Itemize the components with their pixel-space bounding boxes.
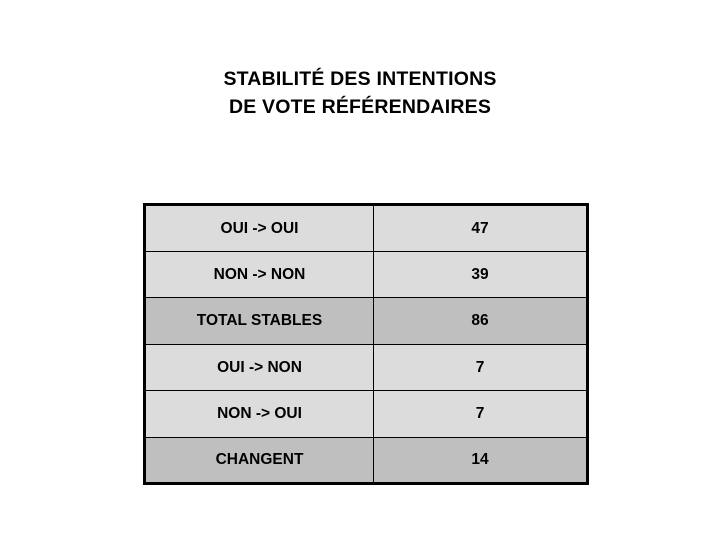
table-row: NON -> OUI 7	[144, 390, 588, 438]
table-cell-label: OUI -> OUI	[144, 204, 374, 252]
table-body: OUI -> OUI 47 NON -> NON 39 TOTAL STABLE…	[144, 204, 588, 484]
title-line-2: DE VOTE RÉFÉRENDAIRES	[228, 96, 492, 118]
table-row-total: TOTAL STABLES 86	[144, 297, 588, 345]
table-row: OUI -> NON 7	[144, 343, 588, 391]
table-cell-label: NON -> NON	[144, 250, 374, 298]
table-cell-label: CHANGENT	[144, 436, 374, 484]
table-cell-value: 39	[373, 250, 588, 298]
table-row: OUI -> OUI 47	[144, 204, 588, 252]
title-line-1: STABILITÉ DES INTENTIONS	[223, 68, 497, 90]
table-row-total: CHANGENT 14	[144, 436, 588, 484]
table-row: NON -> NON 39	[144, 250, 588, 298]
table-cell-label: OUI -> NON	[144, 343, 374, 391]
stability-table: OUI -> OUI 47 NON -> NON 39 TOTAL STABLE…	[143, 203, 589, 485]
page-title: STABILITÉ DES INTENTIONS DE VOTE RÉFÉREN…	[0, 65, 720, 121]
table-cell-value: 47	[373, 204, 588, 252]
table-cell-value: 7	[373, 390, 588, 438]
table-cell-label: NON -> OUI	[144, 390, 374, 438]
table-cell-label: TOTAL STABLES	[144, 297, 374, 345]
table-cell-value: 14	[373, 436, 588, 484]
table-cell-value: 86	[373, 297, 588, 345]
slide-canvas: STABILITÉ DES INTENTIONS DE VOTE RÉFÉREN…	[0, 0, 720, 540]
table-cell-value: 7	[373, 343, 588, 391]
